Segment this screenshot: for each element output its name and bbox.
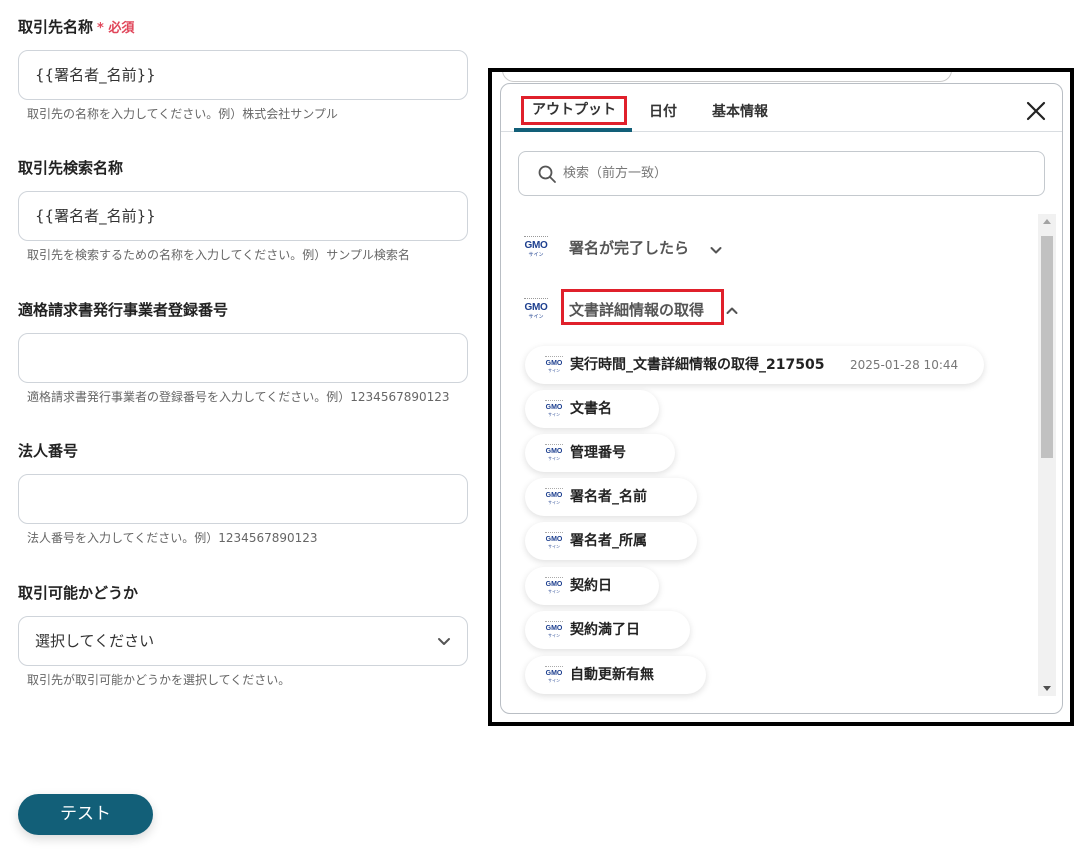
tab-basic-info[interactable]: 基本情報 [712, 102, 768, 122]
gmo-logo-mark: GMO [545, 448, 563, 455]
chip-label: 文書名 [570, 401, 612, 417]
test-button[interactable]: テスト [18, 794, 153, 835]
gmo-logo-mark: GMO [524, 302, 548, 313]
help-text: 取引先を検索するための名称を入力してください。例）サンプル検索名 [27, 248, 410, 262]
chevron-down-icon [710, 247, 722, 254]
output-item-chip[interactable]: GMO サイン 契約満了日 [525, 611, 690, 649]
gmo-logo-mark: GMO [545, 404, 563, 411]
gmo-logo-sub: サイン [548, 589, 560, 594]
chip-label: 自動更新有無 [570, 667, 654, 683]
required-badge: * 必須 [97, 21, 134, 36]
field-corporate-number: 法人番号 法人番号を入力してください。例）1234567890123 [18, 440, 468, 546]
chip-label: 管理番号 [570, 445, 626, 461]
scrollbar-thumb[interactable] [1041, 236, 1053, 458]
search-icon [538, 165, 556, 183]
gmo-logo-sub: サイン [548, 544, 560, 549]
output-item-chip[interactable]: GMO サイン 署名者_名前 [525, 478, 697, 516]
field-label: 取引先検索名称 [18, 159, 124, 177]
output-picker-panel: アウトプット 日付 基本情報 検索（前方一致） GMO サイン 署名が完了したら … [500, 83, 1063, 714]
section-signature-completed[interactable]: GMO サイン 署名が完了したら [521, 234, 731, 264]
gmo-logo-mark: GMO [545, 360, 563, 367]
field-label: 適格請求書発行事業者登録番号 [18, 301, 229, 319]
tab-date[interactable]: 日付 [649, 102, 677, 122]
section-document-details[interactable]: GMO サイン 文書詳細情報の取得 [521, 289, 751, 326]
gmo-logo-sub: サイン [548, 633, 560, 638]
tradable-select[interactable]: 選択してください [18, 616, 468, 666]
chip-label: 契約満了日 [570, 622, 640, 638]
gmo-logo-sub: サイン [548, 456, 560, 461]
field-label: 取引可能かどうか [18, 584, 139, 602]
field-tradable: 取引可能かどうか 選択してください 取引先が取引可能かどうかを選択してください。 [18, 582, 468, 688]
chip-label: 契約日 [570, 578, 612, 594]
partner-search-name-input[interactable]: {{署名者_名前}} [18, 191, 468, 241]
corporate-number-input[interactable] [18, 474, 468, 524]
output-picker-frame: アウトプット 日付 基本情報 検索（前方一致） GMO サイン 署名が完了したら … [488, 68, 1074, 726]
field-partner-name: 取引先名称 * 必須 {{署名者_名前}} 取引先の名称を入力してください。例）株… [18, 16, 468, 122]
underlying-field-edge [502, 72, 952, 82]
gmo-logo-mark: GMO [545, 536, 563, 543]
gmo-sign-logo: GMO サイン [543, 488, 565, 506]
gmo-sign-logo: GMO サイン [543, 666, 565, 684]
search-placeholder: 検索（前方一致） [563, 166, 668, 181]
section-title: 署名が完了したら [569, 239, 690, 257]
tab-output[interactable]: アウトプット [521, 96, 627, 125]
output-item-chip[interactable]: GMO サイン 自動更新有無 [525, 656, 706, 694]
gmo-logo-sub: サイン [548, 412, 560, 417]
section-title: 文書詳細情報の取得 [569, 301, 705, 319]
field-label: 取引先名称 * 必須 [18, 16, 468, 38]
gmo-sign-logo: GMO サイン [521, 298, 551, 322]
output-item-chip[interactable]: GMO サイン 実行時間_文書詳細情報の取得_217505 2025-01-28 … [525, 346, 984, 384]
gmo-sign-logo: GMO サイン [543, 621, 565, 639]
required-text: 必須 [108, 21, 135, 36]
output-item-chip[interactable]: GMO サイン 署名者_所属 [525, 522, 697, 560]
help-text: 適格請求書発行事業者の登録番号を入力してください。例）1234567890123 [27, 390, 450, 404]
invoice-registration-number-input[interactable] [18, 333, 468, 383]
close-icon[interactable] [1025, 100, 1047, 122]
field-partner-search-name: 取引先検索名称 {{署名者_名前}} 取引先を検索するための名称を入力してくださ… [18, 157, 468, 263]
gmo-logo-mark: GMO [524, 240, 548, 251]
required-asterisk: * [97, 21, 104, 36]
help-text: 法人番号を入力してください。例）1234567890123 [27, 531, 318, 545]
partner-name-input[interactable]: {{署名者_名前}} [18, 50, 468, 100]
chip-label: 実行時間_文書詳細情報の取得_217505 [570, 357, 825, 373]
picker-tabs: アウトプット 日付 基本情報 [501, 84, 1062, 132]
gmo-sign-logo: GMO サイン [543, 444, 565, 462]
chip-sample-value: 2025-01-28 10:44 [850, 358, 959, 372]
search-input[interactable]: 検索（前方一致） [518, 151, 1045, 196]
active-tab-indicator [514, 128, 632, 132]
scroll-up-arrow-icon[interactable] [1043, 219, 1051, 224]
field-label: 法人番号 [18, 442, 79, 460]
gmo-sign-logo: GMO サイン [521, 236, 551, 260]
chip-label: 署名者_所属 [570, 533, 647, 549]
gmo-logo-sub: サイン [548, 678, 560, 683]
gmo-sign-logo: GMO サイン [543, 356, 565, 374]
gmo-sign-logo: GMO サイン [543, 532, 565, 550]
help-text: 取引先が取引可能かどうかを選択してください。 [27, 673, 291, 687]
chevron-up-icon [726, 307, 738, 314]
chip-label: 署名者_名前 [570, 489, 647, 505]
field-label-text: 取引先名称 [18, 18, 94, 36]
gmo-logo-sub: サイン [528, 314, 544, 320]
gmo-logo-mark: GMO [545, 581, 563, 588]
output-item-chip[interactable]: GMO サイン 管理番号 [525, 434, 675, 472]
gmo-sign-logo: GMO サイン [543, 577, 565, 595]
scroll-down-arrow-icon[interactable] [1043, 686, 1051, 691]
chevron-down-icon [438, 638, 450, 645]
gmo-logo-mark: GMO [545, 625, 563, 632]
output-item-chip[interactable]: GMO サイン 契約日 [525, 567, 659, 605]
select-value: 選択してください [35, 632, 155, 650]
output-item-chip[interactable]: GMO サイン 文書名 [525, 390, 659, 428]
gmo-sign-logo: GMO サイン [543, 400, 565, 418]
gmo-logo-sub: サイン [548, 368, 560, 373]
gmo-logo-mark: GMO [545, 670, 563, 677]
scrollbar[interactable] [1038, 214, 1056, 696]
gmo-logo-sub: サイン [548, 500, 560, 505]
gmo-logo-sub: サイン [528, 252, 544, 258]
field-invoice-registration-number: 適格請求書発行事業者登録番号 適格請求書発行事業者の登録番号を入力してください。… [18, 299, 468, 405]
gmo-logo-mark: GMO [545, 492, 563, 499]
help-text: 取引先の名称を入力してください。例）株式会社サンプル [27, 107, 338, 121]
